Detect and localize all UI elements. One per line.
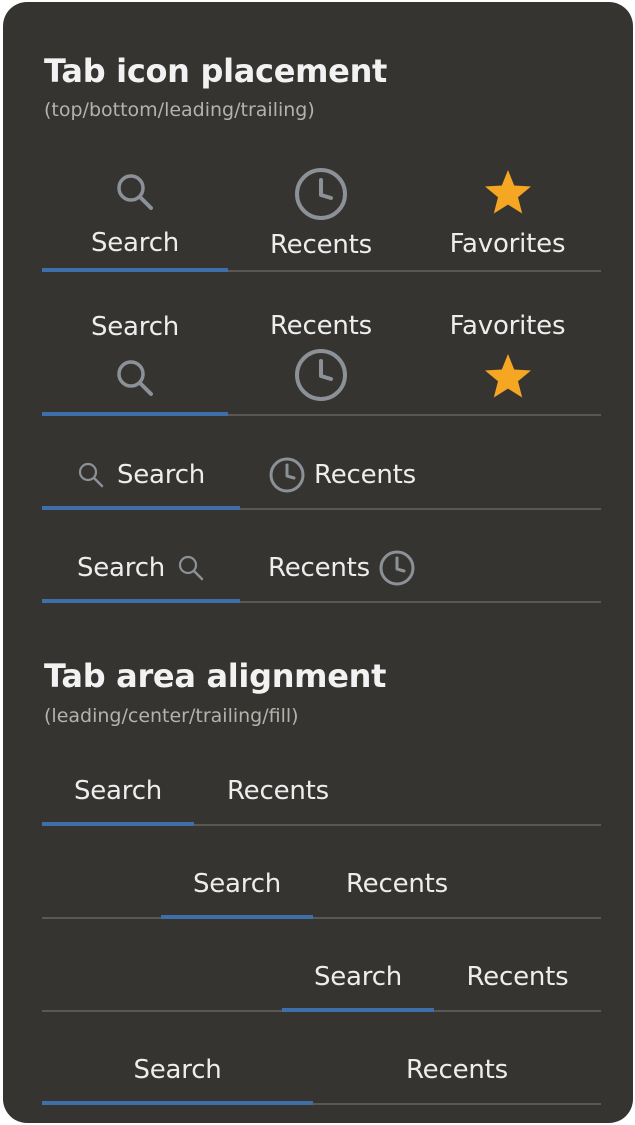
tab-label: Recents: [466, 962, 569, 992]
section-title-area-alignment: Tab area alignment: [44, 657, 387, 695]
tab-label: Recents: [269, 230, 372, 260]
tab-label: Recents: [314, 460, 417, 490]
star-icon: [484, 170, 531, 214]
tabbar-align-fill: Search Recents: [42, 1037, 601, 1105]
star-icon: [484, 354, 531, 398]
selection-indicator: [42, 412, 228, 416]
selection-indicator: [282, 1008, 434, 1012]
tab-label: Search: [90, 228, 180, 258]
tab-recents[interactable]: Recents: [228, 302, 414, 414]
tab-recents[interactable]: Recents: [240, 535, 438, 601]
tabbar-icon-trailing: Search Recents: [42, 535, 601, 603]
selection-indicator: [42, 599, 240, 603]
section-subtitle-area-alignment: (leading/center/trailing/fill): [44, 705, 299, 727]
tab-recents[interactable]: Recents: [313, 1037, 601, 1103]
tab-label: Recents: [226, 776, 329, 806]
tabbar-align-leading: Search Recents: [42, 758, 601, 826]
tab-favorites[interactable]: Favorites: [414, 154, 601, 270]
clock-icon: [379, 550, 415, 586]
selection-indicator: [161, 915, 313, 919]
tab-label: Search: [133, 1055, 222, 1085]
tab-label: Search: [76, 553, 166, 583]
tab-search[interactable]: Search: [42, 1037, 313, 1103]
selection-indicator: [42, 822, 194, 826]
tab-search[interactable]: Search: [42, 535, 240, 601]
search-icon: [117, 360, 153, 396]
tab-label: Recents: [345, 869, 448, 899]
tab-favorites[interactable]: Favorites: [414, 302, 601, 414]
section-title-icon-placement: Tab icon placement: [44, 52, 388, 90]
clock-icon: [295, 168, 347, 220]
tab-recents[interactable]: Recents: [194, 758, 362, 824]
tab-label: Search: [73, 776, 163, 806]
tabbar-icon-top: Search Recents Favorites: [42, 154, 601, 272]
clock-icon: [295, 349, 347, 401]
tab-label: Favorites: [449, 229, 566, 259]
tabbar-icon-leading: Search Recents: [42, 442, 601, 510]
tab-search[interactable]: Search: [42, 154, 228, 270]
tabbar-align-trailing: Search Recents: [42, 944, 601, 1012]
tabbar-align-center: Search Recents: [42, 851, 601, 919]
tab-search[interactable]: Search: [161, 851, 313, 917]
tab-label: Search: [192, 869, 282, 899]
search-icon: [178, 555, 204, 581]
tab-recents[interactable]: Recents: [228, 154, 414, 270]
tab-label: Search: [313, 962, 403, 992]
tab-label: Recents: [269, 311, 372, 341]
tab-recents[interactable]: Recents: [313, 851, 481, 917]
tab-label: Search: [116, 460, 206, 490]
tab-search[interactable]: Search: [42, 302, 228, 414]
clock-icon: [269, 457, 305, 493]
selection-indicator: [42, 268, 228, 272]
search-icon: [117, 174, 153, 210]
selection-indicator: [42, 1101, 313, 1105]
tab-label: Search: [90, 312, 180, 342]
selection-indicator: [42, 506, 240, 510]
tab-recents[interactable]: Recents: [434, 944, 601, 1010]
tab-label: Favorites: [449, 311, 566, 341]
tab-label: Recents: [268, 553, 371, 583]
tab-label: Recents: [405, 1055, 508, 1085]
tabbar-icon-bottom: Search Recents Favorites: [42, 302, 601, 416]
tab-search[interactable]: Search: [42, 442, 240, 508]
tab-recents[interactable]: Recents: [240, 442, 438, 508]
search-icon: [78, 462, 104, 488]
tab-search[interactable]: Search: [282, 944, 434, 1010]
tab-search[interactable]: Search: [42, 758, 194, 824]
section-subtitle-icon-placement: (top/bottom/leading/trailing): [44, 99, 315, 121]
tab-demo-panel: Tab icon placement (top/bottom/leading/t…: [3, 2, 633, 1123]
